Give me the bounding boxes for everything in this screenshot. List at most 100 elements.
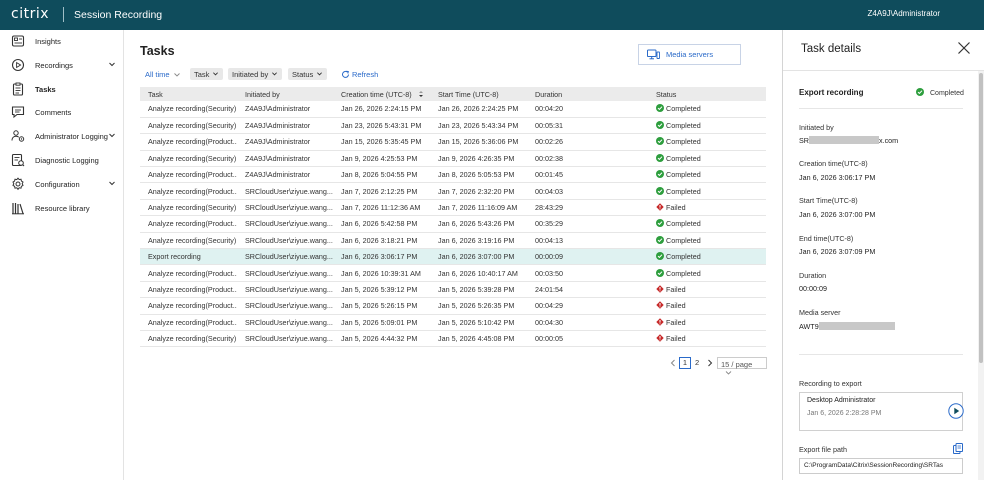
column-header-status[interactable]: Status	[648, 87, 766, 101]
creation-time-cell: Jan 5, 2026 5:26:15 PM	[333, 297, 430, 315]
refresh-button[interactable]: Refresh	[341, 70, 378, 79]
table-row[interactable]: Export recording SRCloudUser\ziyue.wang..…	[140, 248, 766, 266]
main-content: Tasks Media servers All time Task Initia…	[124, 30, 782, 480]
table-row[interactable]: Analyze recording(Product... SRCloudUser\…	[140, 281, 766, 299]
export-file-path-field[interactable]: C:\ProgramData\Citrix\SessionRecording\S…	[799, 458, 963, 474]
next-page-button[interactable]	[707, 359, 713, 369]
detail-task-name: Export recording	[799, 88, 864, 97]
status-label: Completed	[666, 186, 701, 196]
duration-cell: 00:04:20	[527, 101, 648, 118]
column-header-duration[interactable]: Duration	[527, 87, 648, 101]
table-row[interactable]: Analyze recording(Product... Z4A9J\Admini…	[140, 166, 766, 184]
column-header-initiated-by[interactable]: Initiated by	[237, 87, 333, 101]
failed-icon	[656, 318, 664, 326]
table-row[interactable]: Analyze recording(Security) SRCloudUser\z…	[140, 232, 766, 250]
duration-cell: 00:04:29	[527, 297, 648, 315]
status-cell: Completed	[648, 117, 766, 135]
duration-cell: 00:35:29	[527, 215, 648, 233]
citrix-logo[interactable]: citrix	[11, 6, 49, 22]
end-time-value: Jan 6, 2026 3:07:09 PM	[799, 247, 876, 256]
sidebar-item-insights[interactable]: Insights	[0, 30, 124, 52]
sidebar-item-tasks[interactable]: Tasks	[0, 78, 124, 100]
refresh-icon	[342, 70, 349, 78]
success-icon	[656, 186, 664, 195]
duration-cell: 28:43:29	[527, 199, 648, 217]
table-row[interactable]: Analyze recording(Product... SRCloudUser\…	[140, 297, 766, 315]
sidebar-item-diagnostic-logging[interactable]: Diagnostic Logging	[0, 149, 124, 171]
table-row[interactable]: Analyze recording(Product... SRCloudUser\…	[140, 182, 766, 200]
user-menu[interactable]: Z4A9J\Administrator	[868, 9, 940, 18]
divider	[799, 354, 963, 355]
table-row[interactable]: Analyze recording(Product... SRCloudUser\…	[140, 314, 766, 331]
creation-time-cell: Jan 6, 2026 3:18:21 PM	[333, 232, 430, 250]
status-label: Completed	[666, 153, 701, 163]
start-time-cell: Jan 15, 2026 5:36:06 PM	[430, 133, 527, 151]
success-icon	[656, 121, 664, 130]
column-header-creation-time[interactable]: Creation time (UTC-8)	[333, 87, 430, 101]
success-icon	[916, 88, 924, 96]
page-2-button[interactable]: 2	[695, 358, 699, 367]
sidebar-item-comments[interactable]: Comments	[0, 101, 124, 123]
admin-logging-icon	[11, 130, 25, 142]
initiated-by-filter-chip[interactable]: Initiated by	[228, 68, 283, 80]
status-cell: Completed	[648, 264, 766, 282]
status-label: Failed	[666, 334, 686, 344]
sidebar-item-recordings[interactable]: Recordings	[0, 54, 124, 76]
table-row[interactable]: Analyze recording(Security) SRCloudUser\z…	[140, 330, 766, 348]
status-cell: Completed	[648, 215, 766, 233]
creation-time-cell: Jan 6, 2026 5:42:58 PM	[333, 215, 430, 233]
task-filter-chip[interactable]: Task	[190, 68, 224, 80]
gear-icon	[12, 177, 24, 191]
divider	[799, 108, 963, 109]
task-cell: Analyze recording(Product...	[140, 297, 237, 315]
panel-scrollbar[interactable]	[978, 71, 984, 480]
creation-time-cell: Jan 9, 2026 4:25:53 PM	[333, 150, 430, 168]
creation-time-cell: Jan 6, 2026 10:39:31 AM	[333, 264, 430, 282]
column-header-task[interactable]: Task	[140, 87, 237, 101]
table-row[interactable]: Analyze recording(Security) Z4A9J\Adminis…	[140, 150, 766, 168]
initiated-by-cell: SRCloudUser\ziyue.wang...	[237, 248, 333, 266]
start-time-label: Start Time(UTC-8)	[799, 196, 858, 205]
table-row[interactable]: Analyze recording(Product... SRCloudUser\…	[140, 215, 766, 233]
task-cell: Analyze recording(Product...	[140, 182, 237, 200]
table-row[interactable]: Analyze recording(Product... Z4A9J\Admini…	[140, 133, 766, 151]
product-name: Session Recording	[74, 9, 163, 21]
sidebar-item-administrator-logging[interactable]: Administrator Logging	[0, 125, 124, 147]
table-row[interactable]: Analyze recording(Security) SRCloudUser\z…	[140, 199, 766, 217]
chevron-right-icon	[708, 359, 713, 367]
initiated-by-suffix: x.com	[879, 136, 899, 145]
scrollbar-thumb[interactable]	[979, 73, 983, 363]
initiated-by-cell: SRCloudUser\ziyue.wang...	[237, 297, 333, 315]
initiated-by-cell: Z4A9J\Administrator	[237, 101, 333, 118]
page-size-select[interactable]: 15 / page	[717, 357, 767, 375]
media-servers-button[interactable]: Media servers	[638, 44, 741, 65]
initiated-by-cell: Z4A9J\Administrator	[237, 117, 333, 135]
previous-page-button[interactable]	[670, 359, 676, 369]
sidebar-item-label: Administrator Logging	[35, 132, 108, 141]
sidebar-item-configuration[interactable]: Configuration	[0, 173, 124, 195]
creation-time-value: Jan 6, 2026 3:06:17 PM	[799, 173, 876, 182]
play-icon[interactable]	[948, 403, 964, 419]
time-filter-select[interactable]: All time	[145, 70, 181, 79]
sidebar-item-resource-library[interactable]: Resource library	[0, 197, 124, 219]
table-row[interactable]: Analyze recording(Product... SRCloudUser\…	[140, 264, 766, 282]
status-label: Completed	[666, 235, 701, 245]
table-row[interactable]: Analyze recording(Security) Z4A9J\Adminis…	[140, 101, 766, 118]
media-server-value: AWT9	[799, 322, 895, 331]
column-header-start-time[interactable]: Start Time (UTC-8)	[430, 87, 527, 101]
end-time-label: End time(UTC-8)	[799, 234, 854, 243]
sidebar-item-label: Comments	[35, 108, 72, 117]
page-1-button[interactable]: 1	[679, 357, 691, 369]
sort-icon	[418, 90, 423, 97]
detail-status-label: Completed	[930, 90, 964, 97]
status-filter-chip[interactable]: Status	[288, 68, 328, 80]
recording-card[interactable]: Desktop Administrator Jan 6, 2026 2:28:2…	[799, 392, 964, 431]
copy-icon[interactable]	[953, 443, 963, 454]
table-row[interactable]: Analyze recording(Security) Z4A9J\Adminis…	[140, 117, 766, 135]
refresh-label: Refresh	[352, 70, 379, 79]
initiated-by-cell: SRCloudUser\ziyue.wang...	[237, 232, 333, 250]
close-icon[interactable]	[957, 41, 971, 55]
status-cell: Failed	[648, 330, 766, 348]
creation-time-label: Creation time(UTC-8)	[799, 159, 868, 168]
task-cell: Analyze recording(Security)	[140, 101, 237, 118]
